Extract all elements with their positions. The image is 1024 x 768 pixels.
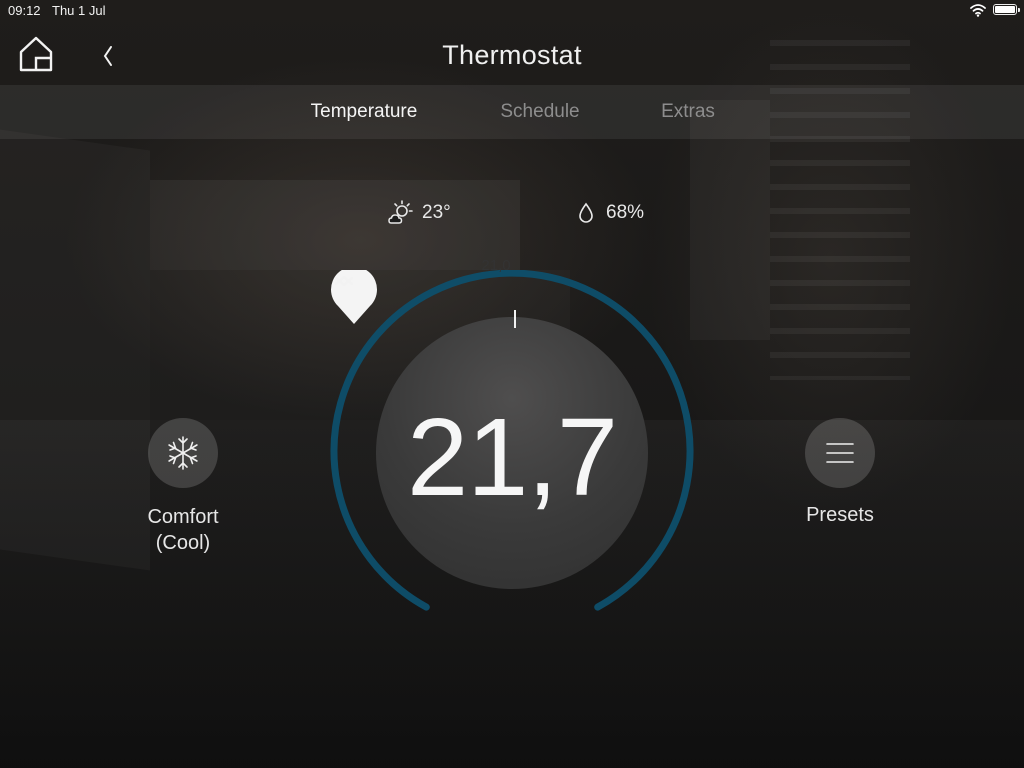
status-bar: 09:12 Thu 1 Jul (0, 0, 1024, 22)
tab-extras[interactable]: Extras (661, 101, 715, 123)
temperature-dial[interactable]: 21,7 21,0 (330, 257, 694, 634)
current-temperature: 21,7 (406, 396, 618, 519)
snowflake-icon (168, 436, 198, 470)
tab-temperature[interactable]: Temperature (311, 101, 418, 123)
outdoor-temperature: 23° (388, 200, 451, 226)
wifi-icon (970, 4, 986, 17)
mode-label-line2: (Cool) (155, 532, 211, 554)
background-counter (150, 180, 520, 270)
mode-label: Comfort (Cool) (103, 504, 263, 556)
presets-label[interactable]: Presets (760, 504, 920, 527)
battery-icon (993, 4, 1020, 15)
mode-button[interactable] (148, 418, 218, 488)
status-time: 09:12 (8, 3, 41, 18)
chevron-up-icon[interactable] (330, 270, 358, 292)
water-drop-icon (579, 202, 593, 223)
thermostat-screen: 09:12 Thu 1 Jul Thermostat Temperature S… (0, 0, 1024, 768)
menu-icon (826, 443, 854, 463)
outdoor-temperature-value: 23° (422, 202, 451, 223)
humidity-value: 68% (606, 202, 645, 223)
tab-schedule[interactable]: Schedule (500, 101, 579, 123)
mode-label-line1: Comfort (147, 506, 219, 528)
humidity: 68% (578, 200, 644, 226)
presets-button[interactable] (805, 418, 875, 488)
tab-bar: Temperature Schedule Extras (0, 85, 1024, 139)
setpoint-value: 21,0 (481, 257, 511, 274)
partly-sunny-icon (388, 200, 413, 224)
status-date: Thu 1 Jul (52, 3, 106, 18)
page-title: Thermostat (442, 40, 582, 70)
setpoint-indicator (514, 310, 516, 328)
